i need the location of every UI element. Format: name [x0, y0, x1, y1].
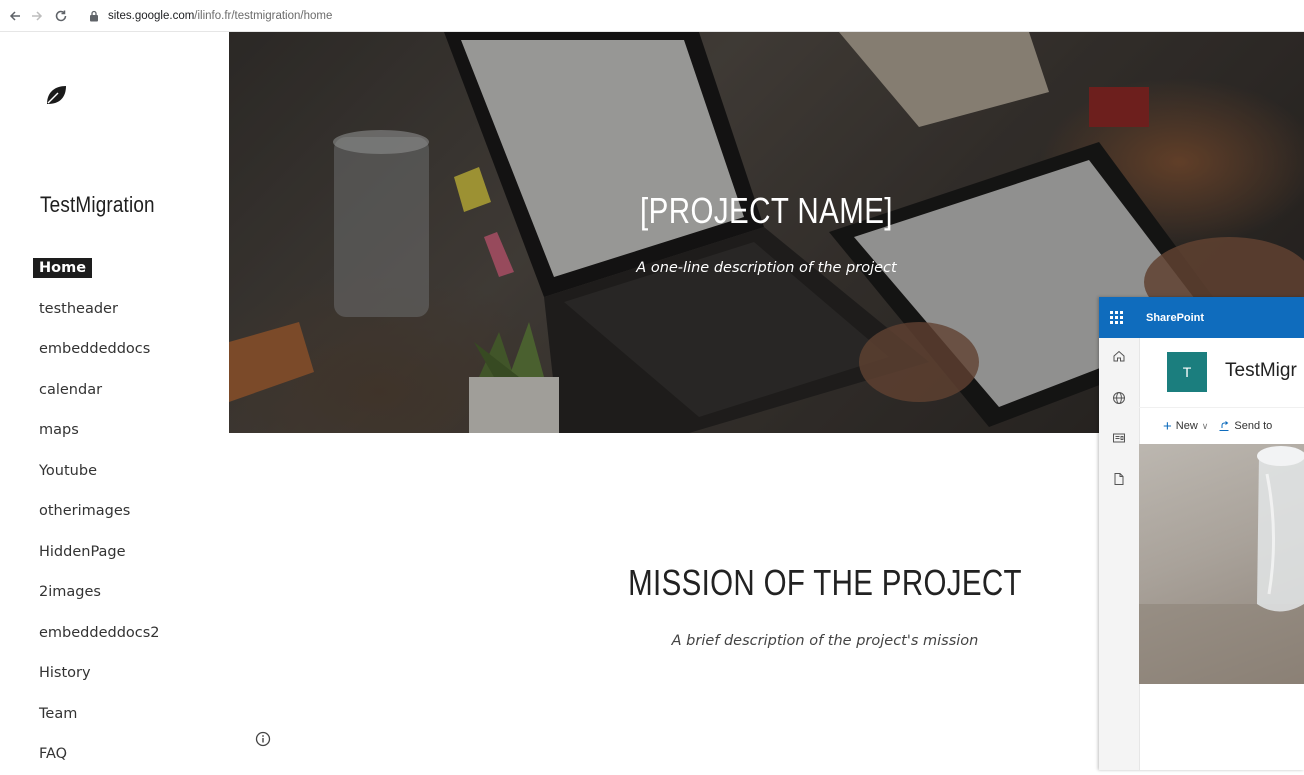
home-icon[interactable]: [1111, 348, 1127, 364]
nav-item-home[interactable]: Home: [33, 248, 166, 289]
sharepoint-app-bar: [1099, 338, 1140, 770]
sharepoint-suite-bar: SharePoint: [1099, 297, 1304, 338]
sharepoint-command-bar: + New ∨ Send to: [1139, 407, 1304, 445]
nav-item-label: calendar: [39, 381, 103, 398]
nav-item-history[interactable]: History: [33, 653, 166, 694]
nav-item-label: FAQ: [39, 746, 68, 763]
browser-toolbar: sites.google.com/ilinfo.fr/testmigration…: [0, 0, 1304, 32]
nav-item-label: otherimages: [39, 503, 131, 520]
app-launcher-icon[interactable]: [1110, 310, 1124, 325]
nav-item-maps[interactable]: maps: [33, 410, 166, 451]
site-navigation: Home testheader embeddeddocs calendar ma…: [33, 248, 166, 775]
nav-item-label: Youtube: [39, 462, 97, 479]
nav-item-label: HiddenPage: [39, 543, 126, 560]
share-icon: [1218, 420, 1230, 432]
document-icon[interactable]: [1111, 471, 1127, 487]
site-logo-tile[interactable]: T: [1167, 352, 1207, 392]
sharepoint-window: SharePoint T TestMigr + New ∨ Send to: [1099, 297, 1304, 770]
info-icon[interactable]: [255, 731, 271, 747]
reload-icon[interactable]: [50, 5, 72, 27]
leaf-icon[interactable]: [43, 82, 69, 108]
site-title[interactable]: TestMigration: [40, 192, 155, 218]
sharepoint-brand[interactable]: SharePoint: [1146, 312, 1204, 324]
site-sidebar: TestMigration Home testheader embeddeddo…: [0, 32, 229, 770]
nav-item-label: maps: [39, 422, 79, 439]
nav-item-label: Home: [33, 258, 93, 279]
plus-icon: +: [1163, 417, 1172, 435]
sharepoint-site-name[interactable]: TestMigr: [1225, 360, 1297, 382]
hero-subtitle: A one-line description of the project: [636, 260, 897, 276]
forward-arrow-icon[interactable]: [26, 5, 48, 27]
sharepoint-hero-image: [1139, 444, 1304, 684]
lock-icon: [86, 10, 102, 22]
nav-item-label: testheader: [39, 300, 118, 317]
nav-item-embeddeddocs[interactable]: embeddeddocs: [33, 329, 166, 370]
nav-item-label: Team: [39, 705, 78, 722]
nav-item-label: embeddeddocs: [39, 341, 151, 358]
hero-title: [PROJECT NAME]: [640, 190, 893, 231]
chevron-down-icon: ∨: [1201, 420, 1209, 431]
send-to-label: Send to: [1234, 420, 1273, 432]
mission-title: MISSION OF THE PROJECT: [628, 562, 1022, 603]
nav-item-hiddenpage[interactable]: HiddenPage: [33, 532, 166, 573]
nav-item-otherimages[interactable]: otherimages: [33, 491, 166, 532]
send-to-button[interactable]: Send to: [1218, 420, 1272, 432]
nav-item-label: embeddeddocs2: [39, 624, 160, 641]
nav-item-youtube[interactable]: Youtube: [33, 451, 166, 492]
new-button-label: New: [1175, 420, 1198, 432]
nav-item-faq[interactable]: FAQ: [33, 734, 166, 775]
nav-item-label: 2images: [39, 584, 101, 601]
address-bar[interactable]: sites.google.com/ilinfo.fr/testmigration…: [108, 10, 332, 22]
url-path: /ilinfo.fr/testmigration/home: [194, 9, 333, 22]
nav-item-testheader[interactable]: testheader: [33, 289, 166, 330]
back-arrow-icon[interactable]: [4, 5, 26, 27]
url-host: sites.google.com: [108, 9, 195, 22]
nav-item-label: History: [39, 665, 91, 682]
nav-item-embeddeddocs2[interactable]: embeddeddocs2: [33, 613, 166, 654]
nav-item-team[interactable]: Team: [33, 694, 166, 735]
nav-item-2images[interactable]: 2images: [33, 572, 166, 613]
globe-icon[interactable]: [1111, 390, 1127, 406]
new-button[interactable]: + New ∨: [1163, 418, 1208, 435]
nav-item-calendar[interactable]: calendar: [33, 370, 166, 411]
mission-subtitle: A brief description of the project's mis…: [671, 633, 979, 649]
news-icon[interactable]: [1111, 430, 1127, 446]
